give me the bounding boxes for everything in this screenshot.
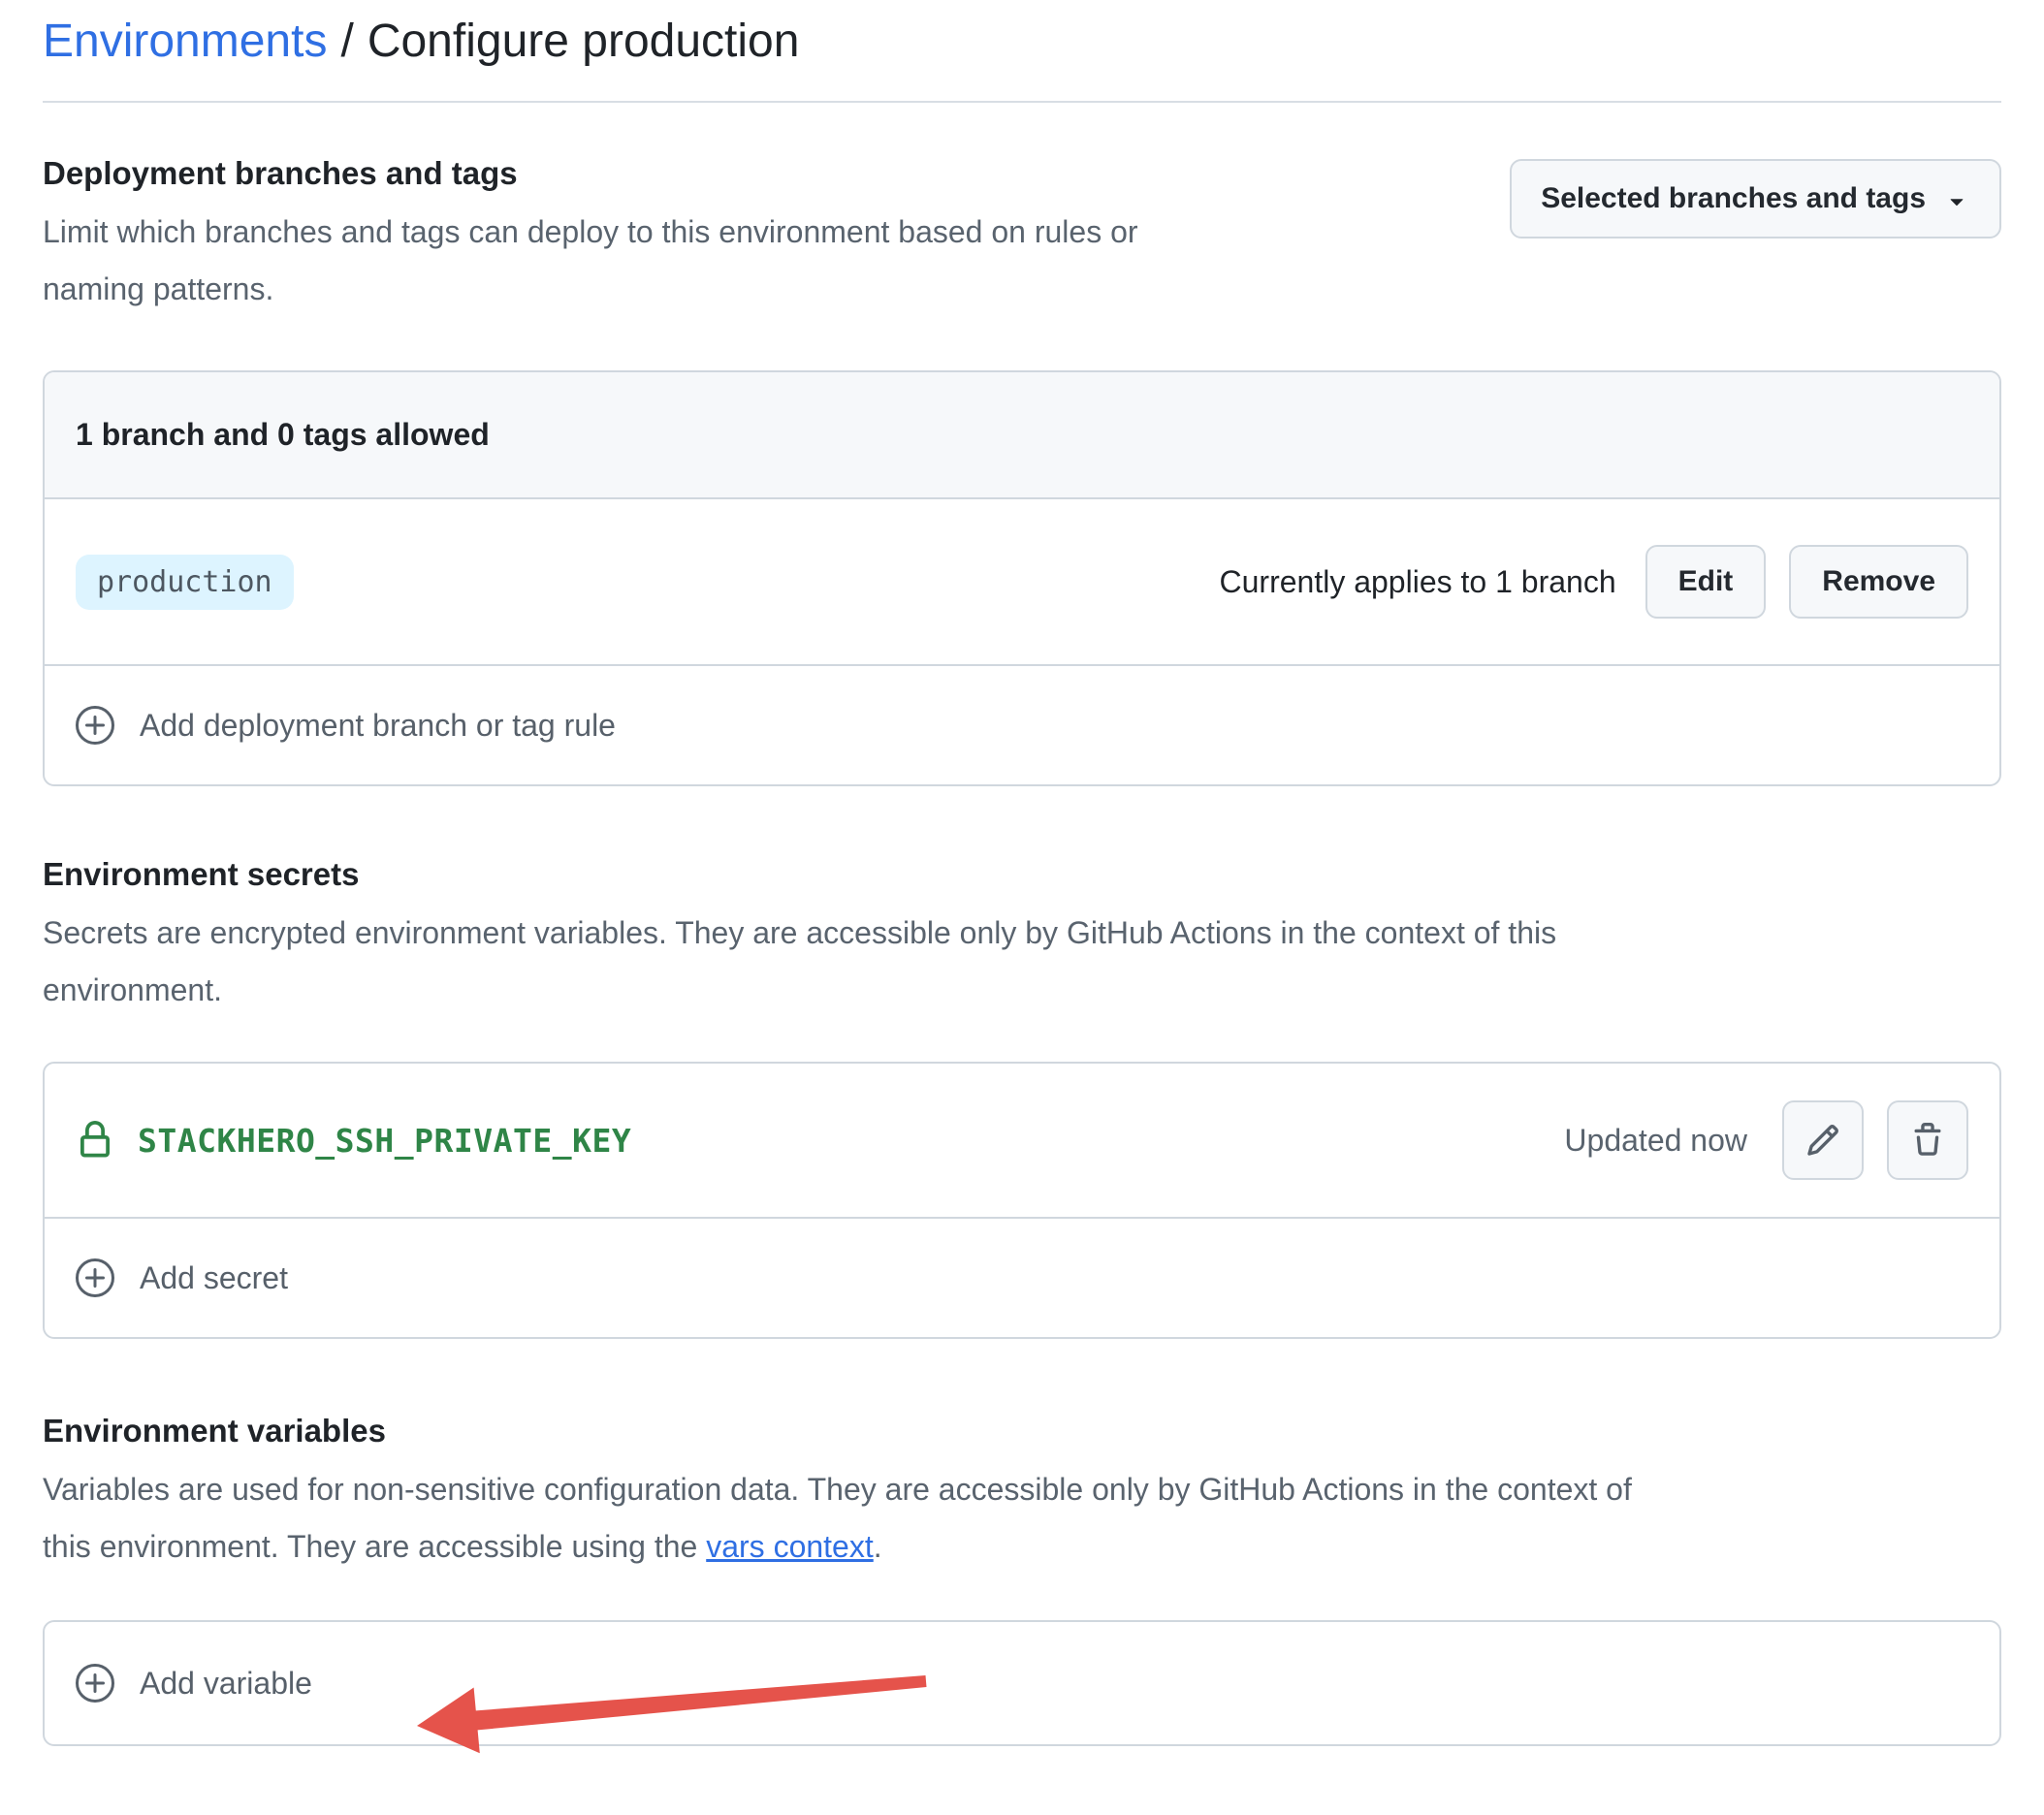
page-title-current: Configure production xyxy=(367,16,800,67)
lock-icon xyxy=(76,1121,114,1160)
variables-box: Add variable xyxy=(43,1620,2001,1746)
secrets-section-title: Environment secrets xyxy=(43,856,2001,893)
variables-description: Variables are used for non-sensitive con… xyxy=(43,1461,2001,1576)
deployment-rules-box: 1 branch and 0 tags allowed production C… xyxy=(43,370,2001,786)
variables-description-period: . xyxy=(874,1529,882,1564)
secrets-box: STACKHERO_SSH_PRIVATE_KEY Updated now xyxy=(43,1062,2001,1339)
add-secret-button[interactable]: Add secret xyxy=(45,1217,1999,1337)
secret-name-text: STACKHERO_SSH_PRIVATE_KEY xyxy=(138,1122,631,1160)
edit-rule-button[interactable]: Edit xyxy=(1645,545,1767,619)
plus-circle-icon xyxy=(74,704,116,747)
variables-description-line2: this environment. They are accessible us… xyxy=(43,1529,706,1564)
add-deployment-rule-label: Add deployment branch or tag rule xyxy=(140,708,616,744)
plus-circle-icon xyxy=(74,1257,116,1299)
pencil-icon xyxy=(1805,1123,1840,1158)
deployment-heading-block: Deployment branches and tags Limit which… xyxy=(43,155,1138,318)
secrets-description-line1: Secrets are encrypted environment variab… xyxy=(43,915,1556,950)
delete-secret-button[interactable] xyxy=(1887,1100,1968,1180)
variables-section-title: Environment variables xyxy=(43,1413,2001,1449)
branch-policy-selector-label: Selected branches and tags xyxy=(1541,182,1926,215)
deployment-description-line1: Limit which branches and tags can deploy… xyxy=(43,214,1138,249)
page-title: Environments / Configure production xyxy=(43,12,2001,72)
deployment-section-title: Deployment branches and tags xyxy=(43,155,1138,192)
branch-policy-selector-button[interactable]: Selected branches and tags xyxy=(1510,159,2001,239)
deployment-description: Limit which branches and tags can deploy… xyxy=(43,204,1138,318)
add-deployment-rule-button[interactable]: Add deployment branch or tag rule xyxy=(45,664,1999,784)
secret-name: STACKHERO_SSH_PRIVATE_KEY xyxy=(76,1121,631,1160)
remove-rule-button[interactable]: Remove xyxy=(1789,545,1968,619)
vars-context-link[interactable]: vars context xyxy=(706,1529,874,1564)
breadcrumb-separator: / xyxy=(340,16,353,67)
secret-row: STACKHERO_SSH_PRIVATE_KEY Updated now xyxy=(45,1064,1999,1217)
deployment-rules-box-header: 1 branch and 0 tags allowed xyxy=(45,372,1999,499)
add-variable-label: Add variable xyxy=(140,1666,312,1702)
variables-description-line1: Variables are used for non-sensitive con… xyxy=(43,1472,1632,1507)
breadcrumb-environments-link[interactable]: Environments xyxy=(43,16,327,67)
deployment-description-line2: naming patterns. xyxy=(43,271,273,306)
branch-rule-row: production Currently applies to 1 branch… xyxy=(45,499,1999,664)
title-divider xyxy=(43,101,2001,103)
branch-rule-applies-text: Currently applies to 1 branch xyxy=(1220,564,1616,600)
branch-rule-actions: Currently applies to 1 branch Edit Remov… xyxy=(1220,545,1969,619)
deployment-section-header: Deployment branches and tags Limit which… xyxy=(43,155,2001,318)
plus-circle-icon xyxy=(74,1662,116,1704)
variables-section: Environment variables Variables are used… xyxy=(43,1413,2001,1746)
secrets-description-line2: environment. xyxy=(43,972,222,1007)
add-secret-label: Add secret xyxy=(140,1260,288,1296)
add-variable-button[interactable]: Add variable xyxy=(45,1622,1999,1744)
secrets-description: Secrets are encrypted environment variab… xyxy=(43,905,2001,1019)
secrets-section: Environment secrets Secrets are encrypte… xyxy=(43,856,2001,1339)
edit-secret-button[interactable] xyxy=(1782,1100,1864,1180)
trash-icon xyxy=(1910,1123,1945,1158)
triangle-down-icon xyxy=(1943,187,1970,214)
branch-name-pill: production xyxy=(76,555,294,610)
secret-actions: Updated now xyxy=(1564,1100,1968,1180)
settings-content: Environments / Configure production Deploy… xyxy=(0,0,2044,1746)
secret-updated-text: Updated now xyxy=(1564,1123,1747,1159)
